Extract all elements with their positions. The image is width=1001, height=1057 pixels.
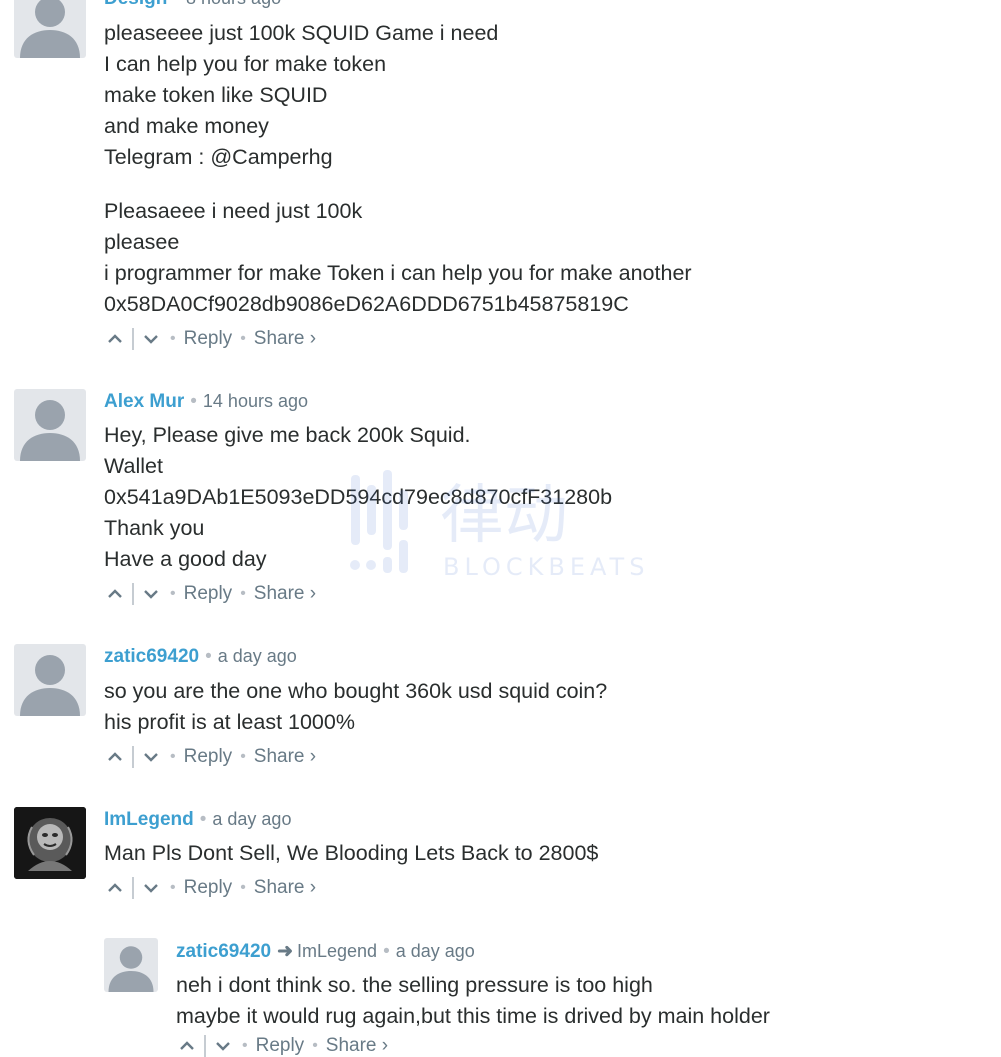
chevron-up-icon[interactable] bbox=[104, 328, 126, 350]
comment-header: zatic69420 ➜ ImLegend • a day ago bbox=[176, 940, 475, 963]
avatar[interactable] bbox=[14, 389, 86, 461]
author-name[interactable]: zatic69420 bbox=[176, 941, 271, 962]
comment-line: 0x58DA0Cf9028db9086eD62A6DDD6751b4587581… bbox=[104, 292, 629, 316]
chevron-up-icon[interactable] bbox=[104, 746, 126, 768]
share-button[interactable]: Share › bbox=[254, 328, 316, 350]
reply-button[interactable]: Reply bbox=[184, 877, 233, 899]
timestamp[interactable]: a day ago bbox=[212, 809, 291, 829]
vote-divider bbox=[132, 746, 134, 768]
comment-body: pleaseeee just 100k SQUID Game i need I … bbox=[104, 18, 692, 320]
comment-body: Man Pls Dont Sell, We Blooding Lets Back… bbox=[104, 838, 598, 869]
comment-line: Man Pls Dont Sell, We Blooding Lets Back… bbox=[104, 841, 599, 865]
chevron-up-icon[interactable] bbox=[104, 583, 126, 605]
vote-divider bbox=[132, 877, 134, 899]
avatar[interactable] bbox=[14, 644, 86, 716]
comment-line: Thank you bbox=[104, 516, 205, 540]
comment-line: his profit is at least 1000% bbox=[104, 710, 355, 734]
comment-line: pleasee bbox=[104, 230, 180, 254]
action-separator: • bbox=[170, 330, 176, 347]
comment-header: Alex Mur • 14 hours ago bbox=[104, 391, 308, 413]
comment-actions: • Reply • Share › bbox=[104, 877, 316, 899]
meta-separator: • bbox=[199, 809, 207, 830]
avatar[interactable] bbox=[14, 807, 86, 879]
comment-line: and make money bbox=[104, 114, 269, 138]
comment-line: neh i dont think so. the selling pressur… bbox=[176, 973, 653, 997]
meta-separator: • bbox=[173, 0, 180, 9]
comment-line: 0x541a9DAb1E5093eDD594cd79ec8d870cfF3128… bbox=[104, 485, 613, 509]
profile-photo-icon bbox=[14, 807, 86, 879]
reply-button[interactable]: Reply bbox=[184, 328, 233, 350]
comment-actions: • Reply • Share › bbox=[104, 583, 316, 605]
author-name[interactable]: Alex Mur bbox=[104, 391, 184, 412]
action-separator: • bbox=[240, 879, 246, 896]
comment-line: Pleasaeee i need just 100k bbox=[104, 199, 363, 223]
comment-header: ImLegend • a day ago bbox=[104, 809, 291, 831]
comment-line: make token like SQUID bbox=[104, 83, 328, 107]
author-name[interactable]: ImLegend bbox=[104, 809, 194, 830]
action-separator: • bbox=[242, 1037, 248, 1054]
action-separator: • bbox=[240, 330, 246, 347]
reply-button[interactable]: Reply bbox=[184, 583, 233, 605]
action-separator: • bbox=[240, 585, 246, 602]
timestamp[interactable]: a day ago bbox=[218, 646, 297, 666]
comment-actions: • Reply • Share › bbox=[176, 1035, 388, 1057]
comment-body: so you are the one who bought 360k usd s… bbox=[104, 676, 607, 738]
chevron-down-icon[interactable] bbox=[212, 1035, 234, 1057]
author-name[interactable]: Design bbox=[104, 0, 167, 9]
reply-button[interactable]: Reply bbox=[184, 746, 233, 768]
chevron-down-icon[interactable] bbox=[140, 746, 162, 768]
share-button[interactable]: Share › bbox=[254, 746, 316, 768]
comment-line: i programmer for make Token i can help y… bbox=[104, 261, 692, 285]
comment-line: I can help you for make token bbox=[104, 52, 387, 76]
comment-line: Wallet bbox=[104, 454, 163, 478]
action-separator: • bbox=[240, 748, 246, 765]
comment-body: Hey, Please give me back 200k Squid. Wal… bbox=[104, 420, 612, 575]
reply-button[interactable]: Reply bbox=[256, 1035, 305, 1057]
action-separator: • bbox=[170, 879, 176, 896]
action-separator: • bbox=[170, 748, 176, 765]
timestamp[interactable]: a day ago bbox=[396, 941, 475, 961]
comment-header: Design • 8 hours ago bbox=[104, 0, 281, 10]
comment-line: pleaseeee just 100k SQUID Game i need bbox=[104, 21, 499, 45]
comment-line: Telegram : @Camperhg bbox=[104, 145, 333, 169]
avatar[interactable] bbox=[14, 0, 86, 58]
meta-separator: • bbox=[190, 391, 197, 412]
comment-actions: • Reply • Share › bbox=[104, 328, 316, 350]
user-silhouette-icon bbox=[108, 946, 154, 992]
action-separator: • bbox=[170, 585, 176, 602]
comment-line: Hey, Please give me back 200k Squid. bbox=[104, 423, 471, 447]
reply-arrow-icon: ➜ bbox=[277, 941, 293, 962]
vote-divider bbox=[204, 1035, 206, 1057]
author-name[interactable]: zatic69420 bbox=[104, 646, 199, 667]
chevron-down-icon[interactable] bbox=[140, 583, 162, 605]
user-silhouette-icon bbox=[20, 400, 80, 461]
reply-to-name[interactable]: ImLegend bbox=[297, 941, 377, 961]
chevron-up-icon[interactable] bbox=[176, 1035, 198, 1057]
comment-line: Have a good day bbox=[104, 547, 267, 571]
share-button[interactable]: Share › bbox=[326, 1035, 388, 1057]
timestamp[interactable]: 14 hours ago bbox=[203, 391, 308, 411]
chevron-up-icon[interactable] bbox=[104, 877, 126, 899]
user-silhouette-icon bbox=[20, 655, 80, 716]
share-button[interactable]: Share › bbox=[254, 877, 316, 899]
meta-separator: • bbox=[205, 646, 212, 667]
comment-header: zatic69420 • a day ago bbox=[104, 646, 297, 668]
comment-line: so you are the one who bought 360k usd s… bbox=[104, 679, 608, 703]
user-silhouette-icon bbox=[20, 0, 80, 58]
comment-body: neh i dont think so. the selling pressur… bbox=[176, 970, 770, 1032]
share-button[interactable]: Share › bbox=[254, 583, 316, 605]
vote-divider bbox=[132, 583, 134, 605]
vote-divider bbox=[132, 328, 134, 350]
chevron-down-icon[interactable] bbox=[140, 877, 162, 899]
meta-separator: • bbox=[383, 941, 390, 962]
comment-actions: • Reply • Share › bbox=[104, 746, 316, 768]
comment-line: maybe it would rug again,but this time i… bbox=[176, 1004, 770, 1028]
action-separator: • bbox=[312, 1037, 318, 1054]
chevron-down-icon[interactable] bbox=[140, 328, 162, 350]
avatar[interactable] bbox=[104, 938, 158, 992]
timestamp[interactable]: 8 hours ago bbox=[186, 0, 281, 8]
